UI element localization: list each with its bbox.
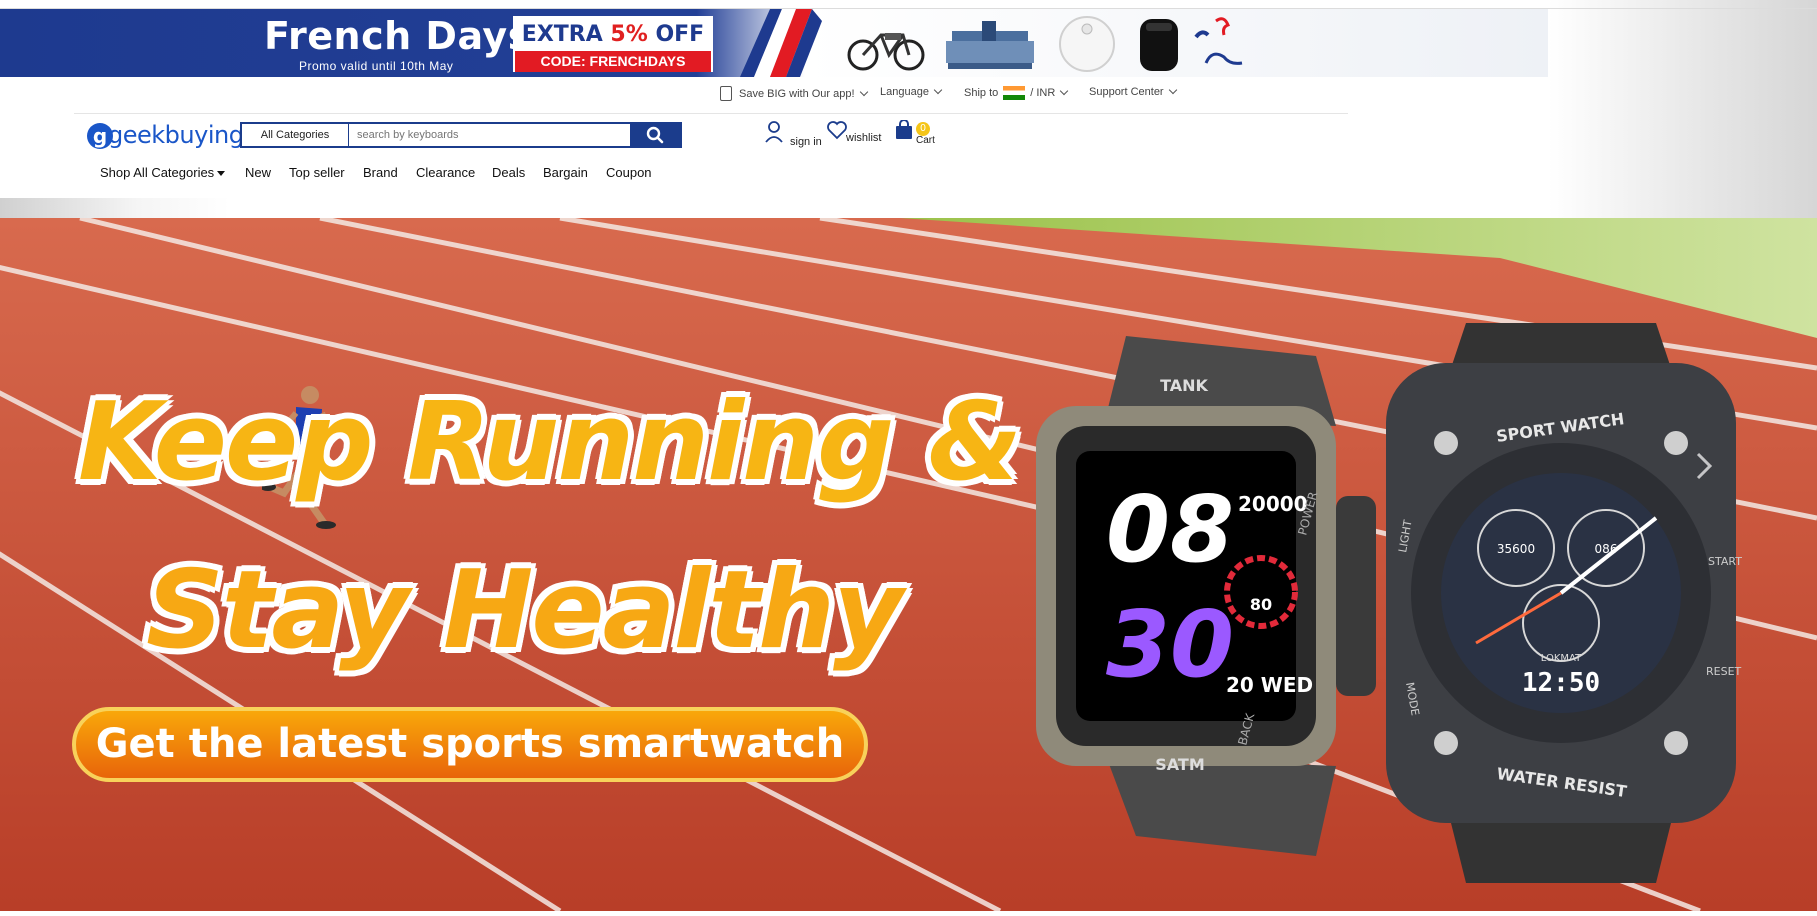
nav-item-bargain[interactable]: Bargain — [543, 165, 588, 180]
chevron-down-icon — [1168, 85, 1177, 95]
search-category-select[interactable]: All Categories — [242, 124, 349, 146]
nav-item-brand[interactable]: Brand — [363, 165, 398, 180]
ebike-thumb-icon — [847, 33, 925, 71]
ship-to-label: Ship to — [964, 87, 999, 99]
sport-smartwatch-image: SPORT WATCH WATER RESIST 35600 086 LOKMA… — [1386, 323, 1742, 883]
shopping-bag-icon — [896, 120, 912, 139]
watch2-brand: LOKMAT — [1541, 653, 1582, 664]
promo-code: CODE: FRENCHDAYS — [515, 51, 711, 72]
logo-text[interactable]: geekbuying — [108, 121, 244, 149]
watch1-steps: 20000 — [1238, 492, 1308, 516]
language-selector[interactable]: Language — [880, 85, 943, 98]
watch1-hour: 08 — [1106, 476, 1234, 583]
ribbon-decoration-icon — [1194, 17, 1243, 65]
nav-item-coupon[interactable]: Coupon — [606, 165, 652, 180]
cart-count-badge: 0 — [916, 122, 930, 136]
robot-vacuum-thumb-icon — [1059, 16, 1115, 72]
language-label: Language — [880, 86, 929, 98]
page: French Days Promo valid until 10th May E… — [0, 0, 1817, 916]
currency-label: / INR — [1030, 87, 1056, 99]
wishlist-label: wishlist — [846, 132, 882, 144]
chevron-down-icon — [1060, 86, 1069, 96]
watch1-minute: 30 — [1106, 591, 1234, 698]
right-fade — [1548, 0, 1817, 218]
sign-in-label: sign in — [790, 136, 822, 148]
watch1-brand: TANK — [1160, 376, 1208, 395]
support-center-menu[interactable]: Support Center — [1089, 85, 1177, 98]
watch1-bottom-label: SATM — [1155, 755, 1205, 774]
chevron-down-icon — [859, 87, 868, 96]
header-divider — [74, 113, 1348, 114]
search-icon — [646, 126, 664, 144]
promo-offer-suffix: OFF — [647, 22, 705, 47]
carousel-next-icon[interactable] — [1692, 452, 1714, 480]
nav-item-top-seller[interactable]: Top seller — [289, 165, 345, 180]
french-flag-ribbon-icon — [740, 9, 822, 77]
shop-all-label: Shop All Categories — [100, 165, 215, 180]
watch1-date: 20 WED — [1226, 673, 1313, 697]
support-center-label: Support Center — [1089, 86, 1164, 98]
shop-all-categories[interactable]: Shop All Categories — [100, 165, 226, 180]
tank-smartwatch-image: TANK 08 30 20000 80 20 WED SATM POWER BA… — [1036, 336, 1376, 856]
promo-banner[interactable]: French Days Promo valid until 10th May E… — [0, 9, 1548, 77]
hero-headline-line1: Keep Running & — [78, 380, 1022, 505]
watch2-steps: 35600 — [1497, 542, 1535, 556]
search-bar: All Categories — [240, 122, 682, 148]
watch2-reset-label: RESET — [1706, 665, 1742, 678]
caret-down-icon — [217, 171, 226, 177]
sign-in-link[interactable]: sign in — [764, 120, 822, 148]
promo-offer-prefix: EXTRA — [521, 22, 611, 47]
promo-offer: EXTRA 5% OFF — [515, 18, 711, 51]
chevron-down-icon — [933, 85, 943, 95]
user-icon — [765, 121, 783, 143]
speaker-thumb-icon — [1140, 19, 1178, 71]
promo-offer-box: EXTRA 5% OFF CODE: FRENCHDAYS — [513, 16, 713, 72]
nav-item-deals[interactable]: Deals — [492, 165, 525, 180]
bottom-strip — [0, 911, 1817, 916]
promo-title: French Days — [264, 14, 531, 58]
nav-item-clearance[interactable]: Clearance — [416, 165, 475, 180]
search-button[interactable] — [630, 124, 680, 146]
app-promo-label: Save BIG with Our app! — [739, 87, 855, 100]
watch2-hr: 086 — [1595, 542, 1618, 556]
wishlist-link[interactable]: wishlist — [826, 120, 881, 144]
svg-text:g: g — [93, 124, 107, 148]
app-promo-link[interactable]: Save BIG with Our app! — [720, 86, 868, 101]
watch1-heart: 80 — [1250, 595, 1272, 614]
heart-icon — [827, 121, 847, 140]
nav-shadow — [0, 198, 230, 218]
ship-to-selector[interactable]: Ship to / INR — [964, 86, 1069, 100]
phone-icon — [720, 86, 732, 101]
hero-headline-line2: Stay Healthy — [146, 548, 903, 673]
promo-subtitle: Promo valid until 10th May — [299, 59, 454, 73]
search-input[interactable] — [349, 124, 630, 146]
nav-item-new[interactable]: New — [245, 165, 271, 180]
india-flag-icon — [1003, 86, 1026, 100]
watch2-time: 12:50 — [1522, 668, 1600, 698]
hero-cta-button[interactable]: Get the latest sports smartwatch — [72, 707, 868, 782]
promo-offer-percent: 5% — [610, 22, 648, 47]
watch2-start-label: START — [1708, 555, 1742, 568]
cart-label: Cart — [916, 135, 935, 146]
laser-engraver-thumb-icon — [946, 21, 1034, 69]
